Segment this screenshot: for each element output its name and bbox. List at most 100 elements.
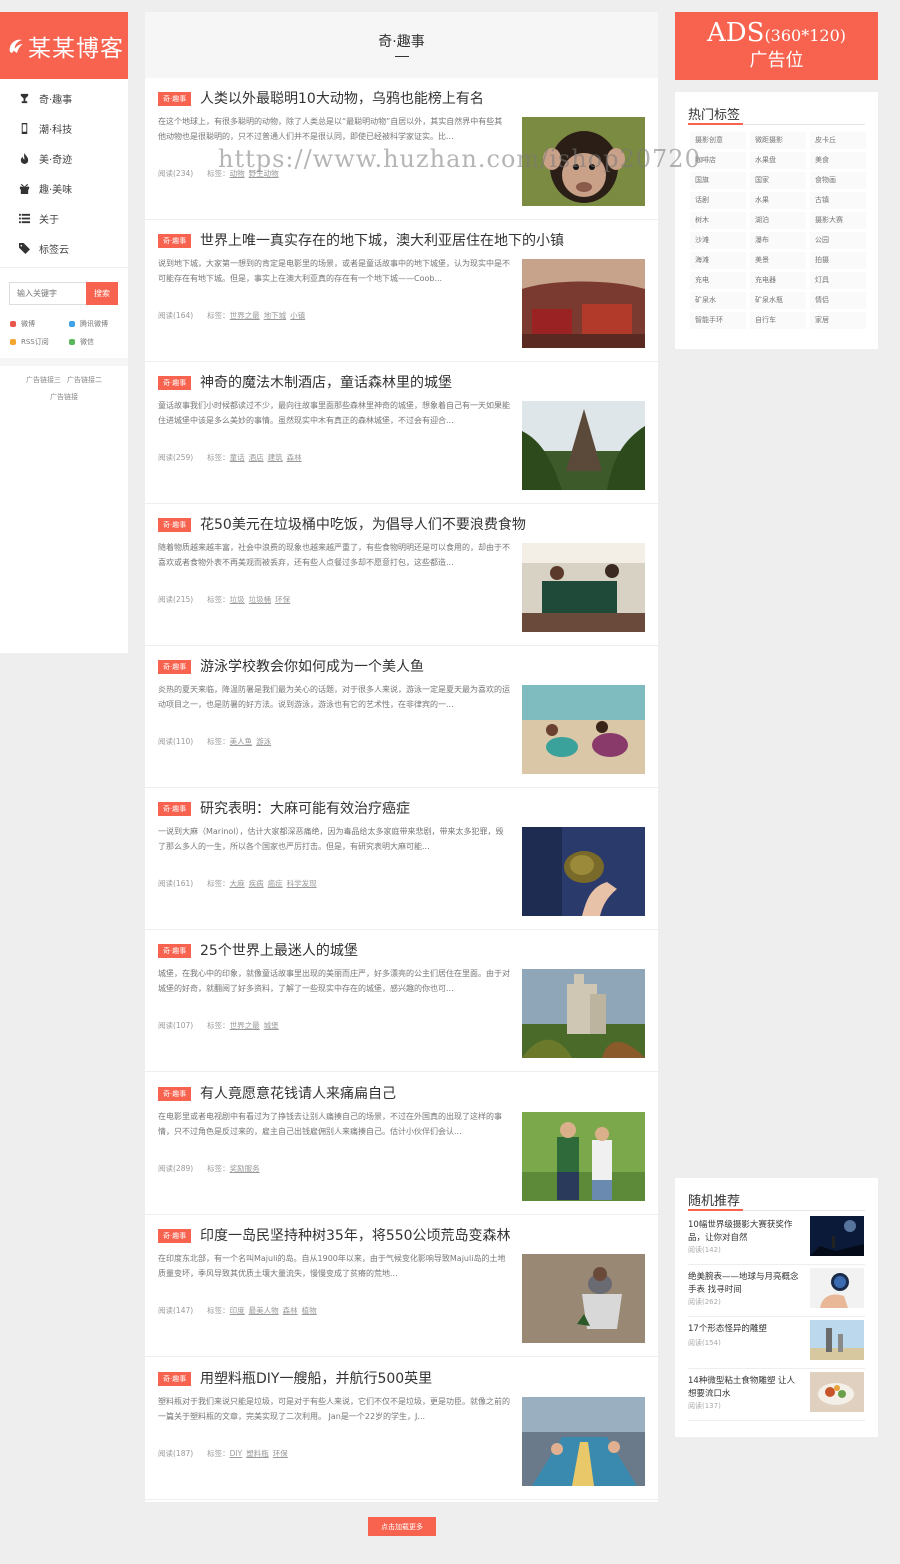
tag-link[interactable]: DIY [230, 1449, 243, 1458]
tag-link[interactable]: 垃圾桶 [249, 595, 272, 604]
tag-link[interactable]: 大麻 [230, 879, 245, 888]
article-thumbnail[interactable] [522, 1254, 645, 1343]
category-badge[interactable]: 奇·趣事 [158, 1087, 192, 1101]
recommend-title[interactable]: 绝美腕表——地球与月亮概念手表 找寻时间 [688, 1271, 801, 1297]
tag-link[interactable]: 世界之最 [230, 1021, 260, 1030]
tag-link[interactable]: 塑料瓶 [246, 1449, 269, 1458]
search-input[interactable] [9, 282, 86, 305]
category-badge[interactable]: 奇·趣事 [158, 944, 192, 958]
article-thumbnail[interactable] [522, 827, 645, 916]
hot-tag[interactable]: 智能手环 [690, 312, 746, 329]
recommend-item[interactable]: 10幅世界级摄影大赛获奖作品，让你对自然 阅读(142) [688, 1216, 865, 1265]
hot-tag[interactable]: 美景 [750, 252, 806, 269]
tag-link[interactable]: 城堡 [264, 1021, 279, 1030]
hot-tag[interactable]: 树木 [690, 212, 746, 229]
recommend-title[interactable]: 10幅世界级摄影大赛获奖作品，让你对自然 [688, 1219, 801, 1245]
recommend-item[interactable]: 绝美腕表——地球与月亮概念手表 找寻时间 阅读(262) [688, 1268, 865, 1317]
tag-link[interactable]: 游泳 [256, 737, 271, 746]
social-rss-link[interactable]: RSS订阅 [10, 337, 69, 347]
tag-link[interactable]: 建筑 [268, 453, 283, 462]
nav-item-tagcloud[interactable]: 标签云 [0, 233, 128, 263]
recommend-thumbnail[interactable] [810, 1268, 864, 1308]
article-thumbnail[interactable] [522, 969, 645, 1058]
tag-link[interactable]: 童话 [230, 453, 245, 462]
hot-tag[interactable]: 湖泊 [750, 212, 806, 229]
article-thumbnail[interactable] [522, 685, 645, 774]
ad-link[interactable]: 广告链接三 [26, 376, 61, 384]
article-thumbnail[interactable] [522, 1397, 645, 1486]
recommend-item[interactable]: 17个形态怪异的雕塑 阅读(154) [688, 1320, 865, 1369]
tag-link[interactable]: 癌症 [268, 879, 283, 888]
recommend-thumbnail[interactable] [810, 1216, 864, 1256]
hot-tag[interactable]: 拍摄 [810, 252, 866, 269]
hot-tag[interactable]: 水果 [750, 192, 806, 209]
social-weibo-link[interactable]: 微博 [10, 319, 69, 329]
hot-tag[interactable]: 沙滩 [690, 232, 746, 249]
category-badge[interactable]: 奇·趣事 [158, 92, 192, 106]
category-badge[interactable]: 奇·趣事 [158, 660, 192, 674]
tag-link[interactable]: 植物 [302, 1306, 317, 1315]
hot-tag[interactable]: 矿泉水瓶 [750, 292, 806, 309]
article-thumbnail[interactable] [522, 401, 645, 490]
tag-link[interactable]: 地下城 [264, 311, 287, 320]
tag-link[interactable]: 奖励服务 [230, 1164, 260, 1173]
hot-tag[interactable]: 灯具 [810, 272, 866, 289]
tag-link[interactable]: 疾病 [249, 879, 264, 888]
ad-link[interactable]: 广告链接二 [67, 376, 102, 384]
article-title-link[interactable]: 游泳学校教会你如何成为一个美人鱼 [200, 656, 424, 676]
hot-tag[interactable]: 公园 [810, 232, 866, 249]
tag-link[interactable]: 小镇 [290, 311, 305, 320]
category-badge[interactable]: 奇·趣事 [158, 1229, 192, 1243]
recommend-title[interactable]: 17个形态怪异的雕塑 [688, 1323, 801, 1336]
article-title-link[interactable]: 印度一岛民坚持种树35年，将550公顷荒岛变森林 [200, 1225, 511, 1245]
hot-tag[interactable]: 话剧 [690, 192, 746, 209]
tag-link[interactable]: 最美人物 [249, 1306, 279, 1315]
nav-item-qumeiwei[interactable]: 趣·美味 [0, 173, 128, 203]
tag-link[interactable]: 森林 [283, 1306, 298, 1315]
load-more-button[interactable]: 点击加载更多 [368, 1517, 436, 1536]
hot-tag[interactable]: 美食 [810, 152, 866, 169]
ad-banner[interactable]: ADS(360*120) 广告位 [675, 12, 878, 80]
category-badge[interactable]: 奇·趣事 [158, 802, 192, 816]
article-thumbnail[interactable] [522, 1112, 645, 1201]
article-title-link[interactable]: 用塑料瓶DIY一艘船，并航行500英里 [200, 1368, 432, 1388]
recommend-item[interactable]: 14种微型粘土食物雕塑 让人想要流口水 阅读(137) [688, 1372, 865, 1421]
hot-tag[interactable]: 家居 [810, 312, 866, 329]
search-button[interactable]: 搜索 [86, 282, 118, 305]
category-badge[interactable]: 奇·趣事 [158, 234, 192, 248]
tag-link[interactable]: 垃圾 [230, 595, 245, 604]
tag-link[interactable]: 酒店 [249, 453, 264, 462]
tag-link[interactable]: 美人鱼 [230, 737, 253, 746]
social-tencent-weibo-link[interactable]: 腾讯微博 [69, 319, 128, 329]
hot-tag[interactable]: 食物画 [810, 172, 866, 189]
ad-link[interactable]: 广告链接 [50, 393, 78, 401]
hot-tag[interactable]: 国旗 [690, 172, 746, 189]
tag-link[interactable]: 科学发现 [287, 879, 317, 888]
hot-tag[interactable]: 海滩 [690, 252, 746, 269]
article-title-link[interactable]: 25个世界上最迷人的城堡 [200, 940, 358, 960]
hot-tag[interactable]: 水果盘 [750, 152, 806, 169]
social-wechat-link[interactable]: 微信 [69, 337, 128, 347]
hot-tag[interactable]: 瀑布 [750, 232, 806, 249]
recommend-thumbnail[interactable] [810, 1372, 864, 1412]
tag-link[interactable]: 森林 [287, 453, 302, 462]
tag-link[interactable]: 环保 [273, 1449, 288, 1458]
tag-link[interactable]: 世界之最 [230, 311, 260, 320]
tag-link[interactable]: 印度 [230, 1306, 245, 1315]
article-thumbnail[interactable] [522, 259, 645, 348]
hot-tag[interactable]: 自行车 [750, 312, 806, 329]
hot-tag[interactable]: 皮卡丘 [810, 132, 866, 149]
hot-tag[interactable]: 摄影大赛 [810, 212, 866, 229]
hot-tag[interactable]: 矿泉水 [690, 292, 746, 309]
nav-item-chaokeji[interactable]: 潮·科技 [0, 113, 128, 143]
hot-tag[interactable]: 微距摄影 [750, 132, 806, 149]
tag-link[interactable]: 环保 [275, 595, 290, 604]
site-logo[interactable]: 某某博客 [0, 12, 128, 79]
article-title-link[interactable]: 人类以外最聪明10大动物，乌鸦也能榜上有名 [200, 88, 484, 108]
article-title-link[interactable]: 花50美元在垃圾桶中吃饭，为倡导人们不要浪费食物 [200, 514, 526, 534]
category-badge[interactable]: 奇·趣事 [158, 1372, 192, 1386]
category-badge[interactable]: 奇·趣事 [158, 376, 192, 390]
hot-tag[interactable]: 情侣 [810, 292, 866, 309]
nav-item-qiqushi[interactable]: 奇·趣事 [0, 83, 128, 113]
nav-item-about[interactable]: 关于 [0, 203, 128, 233]
